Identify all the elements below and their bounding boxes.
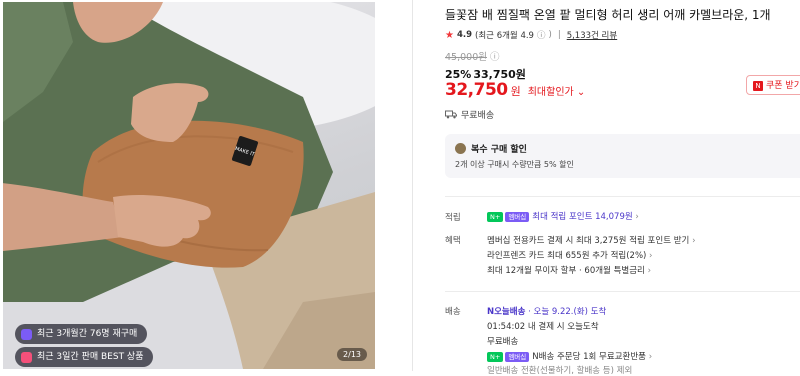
review-link[interactable]: 5,133건 리뷰 — [567, 29, 618, 41]
final-price-unit: 원 — [510, 85, 521, 98]
delivery-countdown: 01:54:02 내 결제 시 오늘도착 — [487, 322, 599, 332]
benefit-line-3-text: 최대 12개월 무이자 할부 · 60개월 특별금리 — [487, 266, 645, 276]
membership-badge: 멤버십 — [505, 351, 530, 362]
points-row[interactable]: N+ 멤버십 최대 적립 포인트 14,079원 › — [487, 210, 639, 222]
product-photo: MAKE IT — [3, 2, 375, 369]
final-price: 32,750 — [445, 80, 508, 100]
multi-buy-title: 복수 구매 할인 — [471, 145, 527, 155]
rating-row: ★ 4.9 (최근 6개월 4.9 ⓘ ) | 5,133건 리뷰 — [445, 29, 618, 42]
discount-icon — [455, 143, 466, 154]
final-price-row: 32,750 원 최대할인가 ⌄ — [445, 80, 585, 100]
benefits-label: 혜택 — [445, 236, 461, 246]
benefit-line-1-text: 멤버십 전용카드 결제 시 최대 3,275원 적립 포인트 받기 — [487, 236, 690, 246]
chevron-right-icon: › — [692, 236, 696, 246]
delivery-free: 무료배송 — [487, 337, 519, 347]
today-delivery-row: N오늘배송 · 오늘 9.22.(화) 도착 — [487, 305, 606, 317]
coupon-label: 쿠폰 받기 — [766, 81, 800, 91]
original-price: 45,000원 — [445, 52, 487, 63]
membership-badge: 멤버십 — [505, 211, 530, 222]
benefit-line-3[interactable]: 최대 12개월 무이자 할부 · 60개월 특별금리 › — [487, 264, 651, 276]
original-price-row: 45,000원 ⓘ — [445, 49, 500, 63]
naver-plus-badge: N+ — [487, 351, 504, 362]
today-delivery-badge: N오늘배송 — [487, 307, 526, 317]
rating-value: 4.9 — [456, 30, 473, 40]
best-badge: 최근 3일간 판매 BEST 상품 — [15, 347, 154, 367]
delivery-label: 배송 — [445, 307, 461, 317]
multi-buy-desc: 2개 이상 구매시 수량만큼 5% 할인 — [455, 160, 574, 169]
star-icon: ★ — [445, 29, 454, 41]
coupon-icon: N — [753, 81, 763, 91]
best-badge-text: 최근 3일간 판매 BEST 상품 — [37, 352, 144, 362]
repurchase-badge: 최근 3개월간 76명 재구매 — [15, 324, 148, 344]
chevron-right-icon: › — [647, 266, 651, 276]
shipping-row: 무료배송 — [445, 108, 494, 121]
rating-recent: (최근 6개월 4.9 — [475, 31, 534, 41]
gift-icon — [21, 351, 32, 363]
chevron-down-icon: ⌄ — [576, 87, 586, 98]
points-text: 최대 적립 포인트 14,079원 — [532, 212, 633, 222]
chevron-right-icon: › — [648, 352, 653, 362]
multi-buy-discount-box: 복수 구매 할인 2개 이상 구매시 수량만큼 5% 할인 — [445, 134, 800, 178]
product-image[interactable]: MAKE IT 최근 3개월간 76명 재구매 최근 3일간 판매 BEST 상… — [3, 2, 375, 369]
section-divider — [445, 196, 800, 197]
chevron-right-icon: › — [649, 251, 653, 261]
multi-buy-header: 복수 구매 할인 — [455, 142, 527, 155]
coupon-button[interactable]: N 쿠폰 받기 — [746, 75, 800, 95]
price-info-icon[interactable]: ⓘ — [490, 52, 500, 63]
benefit-line-1[interactable]: 멤버십 전용카드 결제 시 최대 3,275원 적립 포인트 받기 › — [487, 234, 695, 246]
max-discount-label: 최대할인가 — [527, 87, 574, 98]
panel-divider — [412, 0, 413, 371]
points-label: 적립 — [445, 213, 461, 223]
n-return-row[interactable]: N+ 멤버십 N배송 주문당 1회 무료교환반품 › — [487, 350, 652, 362]
benefit-line-2-text: 라인프렌즈 카드 최대 655원 추가 적립(2%) — [487, 251, 647, 261]
today-delivery-date: · 오늘 9.22.(화) 도착 — [528, 307, 607, 317]
repurchase-icon — [21, 328, 32, 340]
n-return-text: N배송 주문당 1회 무료교환반품 — [532, 352, 646, 362]
max-discount-toggle[interactable]: 최대할인가 ⌄ — [528, 83, 586, 98]
delivery-extra-note: 일반배송 전환(선물하기, 할배송 등) 제외 — [487, 366, 633, 376]
image-pager[interactable]: 2/13 — [337, 348, 367, 361]
info-icon[interactable]: ⓘ — [537, 29, 546, 41]
naver-plus-badge: N+ — [487, 211, 504, 222]
benefit-line-2[interactable]: 라인프렌즈 카드 최대 655원 추가 적립(2%) › — [487, 249, 652, 261]
section-divider — [445, 291, 800, 292]
repurchase-badge-text: 최근 3개월간 76명 재구매 — [37, 329, 138, 339]
product-title: 들꽃잠 배 찜질팩 온열 팥 멀티형 허리 생리 어깨 카멜브라운, 1개 — [445, 8, 771, 22]
chevron-right-icon: › — [635, 212, 639, 222]
shipping-free-label: 무료배송 — [461, 111, 495, 121]
truck-icon — [445, 110, 457, 119]
